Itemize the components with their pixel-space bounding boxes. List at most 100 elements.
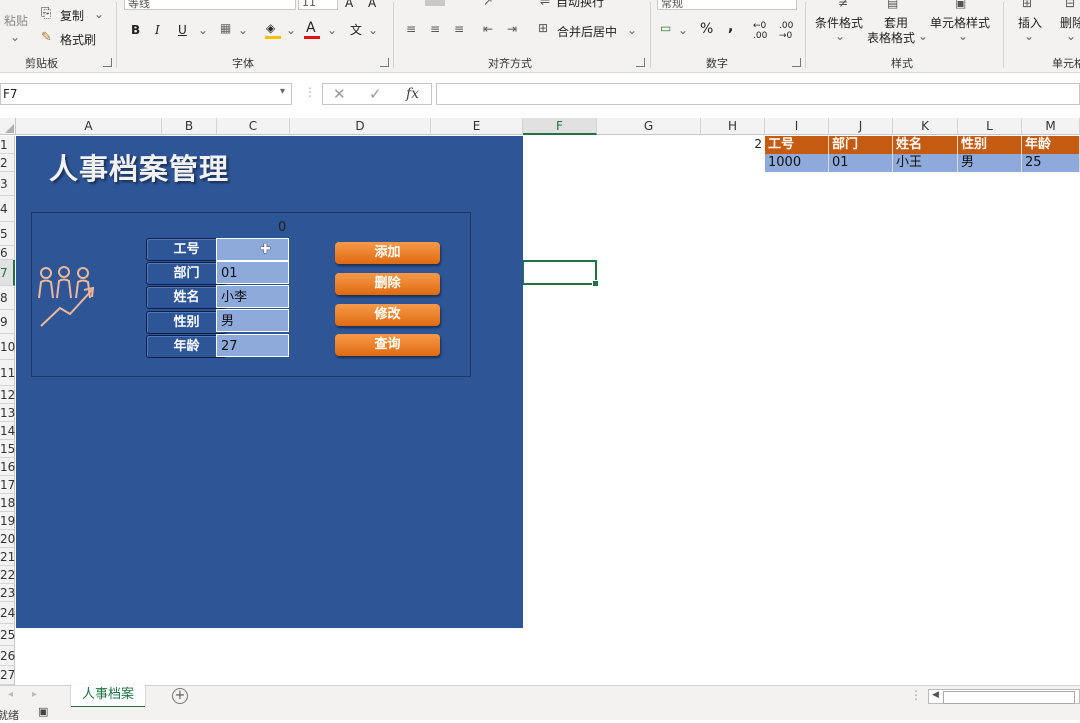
wrap-text-icon[interactable]: ⇌ [540,0,550,8]
row-header-27[interactable]: 27 [0,666,15,685]
scroll-left-icon[interactable]: ◀ [932,690,939,700]
column-header-A[interactable]: A [16,118,162,135]
phonetic-icon[interactable]: 文 [350,21,362,38]
field-input-gender[interactable]: 男 [216,309,289,332]
wrap-text-button[interactable]: 自动换行 [556,0,604,10]
row-header-15[interactable]: 15 [0,440,15,458]
insert-dropdown-icon[interactable]: ⌄ [1024,29,1034,43]
alignment-launcher-icon[interactable] [636,58,645,67]
column-header-M[interactable]: M [1022,118,1080,135]
font-color-dropdown-icon[interactable]: ⌄ [327,23,337,37]
row-header-24[interactable]: 24 [0,602,15,624]
formula-input[interactable] [436,83,1080,105]
row-header-8[interactable]: 8 [0,286,15,310]
italic-icon[interactable]: I [155,23,160,37]
table-format-dropdown-icon[interactable]: ⌄ [918,29,928,43]
orientation-icon[interactable]: ↗ [483,0,493,8]
merge-center-button[interactable]: 合并后居中 [557,23,617,40]
align-right-icon[interactable]: ≡ [454,22,464,36]
column-header-L[interactable]: L [958,118,1022,135]
name-box-dropdown-icon[interactable]: ▾ [280,86,285,97]
next-sheet-icon[interactable]: ▸ [32,689,37,700]
row-header-5[interactable]: 5 [0,222,15,246]
query-button[interactable]: 查询 [335,334,440,356]
percent-icon[interactable]: % [700,21,713,37]
row-header-22[interactable]: 22 [0,566,15,584]
merge-icon[interactable]: ⊞ [538,21,548,35]
delete-dropdown-icon[interactable]: ⌄ [1066,29,1076,43]
grow-font-icon[interactable]: A [345,0,353,10]
font-size-select[interactable]: 11 [298,0,338,10]
currency-dropdown-icon[interactable]: ⌄ [678,23,688,37]
shrink-font-icon[interactable]: A [368,0,376,10]
font-launcher-icon[interactable] [380,58,389,67]
format-painter-button[interactable]: 格式刷 [60,31,96,48]
edit-button[interactable]: 修改 [335,304,440,326]
column-header-K[interactable]: K [893,118,958,135]
row-header-20[interactable]: 20 [0,530,15,548]
conditional-dropdown-icon[interactable]: ⌄ [835,29,845,43]
underline-dropdown-icon[interactable]: ⌄ [198,23,208,37]
scrollbar-thumb[interactable] [943,691,1075,704]
table-cell-age[interactable]: 25 [1022,154,1080,172]
row-header-2[interactable]: 2 [0,154,15,172]
field-input-name[interactable]: 小李 [216,285,289,308]
column-header-C[interactable]: C [217,118,290,135]
merge-dropdown-icon[interactable]: ⌄ [627,23,637,37]
increase-indent-icon[interactable]: ⇥ [507,22,517,36]
align-left-icon[interactable]: ≡ [406,22,416,36]
underline-icon[interactable]: U [178,23,187,37]
font-name-select[interactable]: 等线 [124,0,296,10]
decrease-indent-icon[interactable]: ⇤ [483,22,493,36]
row-header-10[interactable]: 10 [0,334,15,360]
macro-record-icon[interactable]: ▣ [38,705,48,718]
cancel-icon[interactable]: ✕ [333,85,346,103]
sheet-tab-active[interactable]: 人事档案 [71,685,145,709]
column-header-H[interactable]: H [701,118,765,135]
field-input-dept[interactable]: 01 [216,261,289,284]
border-dropdown-icon[interactable]: ⌄ [238,23,248,37]
decrease-decimal-icon[interactable]: .00 →0 [779,21,793,41]
table-cell-dept[interactable]: 01 [829,154,893,172]
clipboard-launcher-icon[interactable] [103,58,112,67]
column-header-I[interactable]: I [765,118,829,135]
row-header-9[interactable]: 9 [0,310,15,334]
table-format-label-2[interactable]: 表格格式 [867,29,915,46]
enter-icon[interactable]: ✓ [369,85,382,103]
column-header-G[interactable]: G [597,118,701,135]
insert-function-icon[interactable]: fx [406,86,419,102]
row-header-16[interactable]: 16 [0,458,15,476]
number-format-select[interactable]: 常规 [657,0,797,10]
horizontal-scrollbar[interactable]: ◀ [928,689,1080,704]
row-header-26[interactable]: 26 [0,646,15,666]
row-header-7[interactable]: 7 [0,260,15,286]
row-header-12[interactable]: 12 [0,386,15,404]
column-header-F[interactable]: F [523,118,597,135]
row-header-11[interactable]: 11 [0,360,15,386]
paste-dropdown-icon[interactable]: ⌄ [10,30,20,44]
border-icon[interactable]: ▦ [220,21,231,35]
row-header-13[interactable]: 13 [0,404,15,422]
row-header-3[interactable]: 3 [0,172,15,196]
row-header-17[interactable]: 17 [0,476,15,494]
copy-dropdown-icon[interactable]: ⌄ [94,7,104,21]
select-all-button[interactable] [0,118,16,135]
name-box[interactable]: F7 ▾ [0,83,292,105]
bold-icon[interactable]: B [131,23,140,37]
row-header-14[interactable]: 14 [0,422,15,440]
comma-icon[interactable]: , [728,19,733,35]
delete-record-button[interactable]: 删除 [335,273,440,295]
align-top-icon[interactable] [425,0,445,6]
cell-styles-dropdown-icon[interactable]: ⌄ [958,29,968,43]
row-header-19[interactable]: 19 [0,512,15,530]
paste-button[interactable]: 粘贴 [4,12,28,29]
prev-sheet-icon[interactable]: ◂ [8,689,13,700]
field-input-id[interactable] [216,238,289,261]
column-header-J[interactable]: J [829,118,893,135]
increase-decimal-icon[interactable]: ←0.00 [753,21,767,41]
active-cell[interactable] [522,260,599,287]
number-launcher-icon[interactable] [792,58,801,67]
copy-button[interactable]: 复制 [60,7,84,24]
row-header-4[interactable]: 4 [0,196,15,222]
row-header-21[interactable]: 21 [0,548,15,566]
